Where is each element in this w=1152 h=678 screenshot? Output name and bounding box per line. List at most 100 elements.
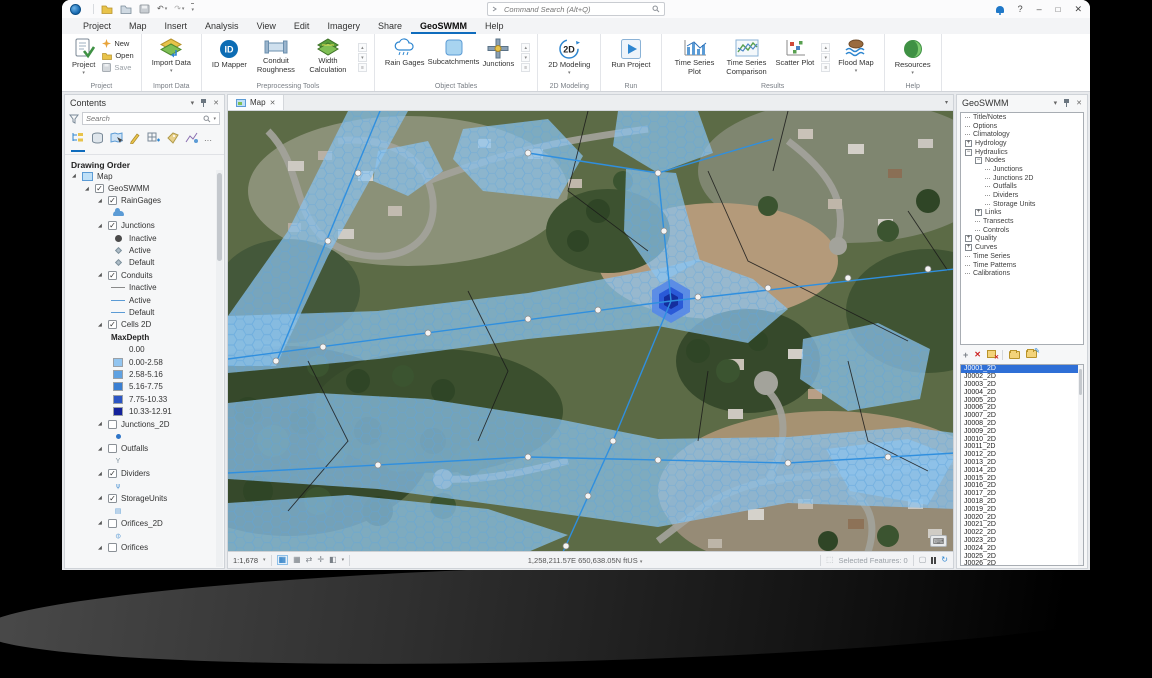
layer-row[interactable]: ◢Orifices bbox=[66, 542, 215, 554]
project-button[interactable]: Project▾ bbox=[69, 37, 98, 77]
legend-symbol-row[interactable]: 0.00 bbox=[66, 343, 215, 355]
node-list-item[interactable]: J0019_2D bbox=[961, 505, 1083, 513]
layer-checkbox[interactable] bbox=[108, 519, 117, 528]
coordinates-readout[interactable]: 1,258,211.57E 650,638.05N ftUS ▾ bbox=[355, 556, 815, 565]
expander-icon[interactable]: ◢ bbox=[98, 471, 104, 477]
legend-symbol-row[interactable]: 7.75-10.33 bbox=[66, 393, 215, 405]
tree-item-calibrations[interactable]: Calibrations bbox=[961, 269, 1083, 278]
layer-checkbox[interactable] bbox=[108, 444, 117, 453]
layer-row[interactable]: ◢✓RainGages bbox=[66, 195, 215, 207]
tab-imagery[interactable]: Imagery bbox=[318, 19, 369, 34]
node-list-item[interactable]: J0015_2D bbox=[961, 474, 1083, 482]
undo-button[interactable]: ↶▾ bbox=[157, 4, 167, 14]
tree-item-junctions-2d[interactable]: Junctions 2D bbox=[961, 174, 1083, 183]
legend-symbol-row[interactable]: Inactive bbox=[66, 232, 215, 244]
tab-edit[interactable]: Edit bbox=[285, 19, 319, 34]
expander-icon[interactable]: ◢ bbox=[72, 173, 78, 179]
tree-item-storage-units[interactable]: Storage Units bbox=[961, 200, 1083, 209]
layer-row[interactable]: ◢✓Conduits bbox=[66, 269, 215, 281]
tree-item-time-patterns[interactable]: Time Patterns bbox=[961, 261, 1083, 270]
tree-expander-icon[interactable]: − bbox=[975, 157, 982, 164]
node-list-item[interactable]: J0017_2D bbox=[961, 490, 1083, 498]
layer-checkbox[interactable]: ✓ bbox=[108, 271, 117, 280]
tree-item-quality[interactable]: +Quality bbox=[961, 235, 1083, 244]
layer-checkbox[interactable]: ✓ bbox=[95, 184, 104, 193]
node-list-item[interactable]: J0024_2D bbox=[961, 544, 1083, 552]
tab-view[interactable]: View bbox=[248, 19, 285, 34]
tree-expander-icon[interactable]: − bbox=[965, 149, 972, 156]
grid-icon[interactable]: ▦ bbox=[293, 556, 301, 564]
id-mapper-button[interactable]: ID ID Mapper bbox=[209, 37, 250, 71]
new-project-icon[interactable] bbox=[120, 4, 132, 14]
layer-row[interactable]: ◢✓Dividers bbox=[66, 467, 215, 479]
tree-item-time-series[interactable]: Time Series bbox=[961, 252, 1083, 261]
close-icon[interactable]: ✕ bbox=[213, 99, 219, 107]
expander-icon[interactable]: ◢ bbox=[98, 198, 104, 204]
save-button[interactable]: Save bbox=[102, 63, 133, 72]
legend-symbol-row[interactable]: ⊖ bbox=[66, 529, 215, 541]
pin-icon[interactable] bbox=[200, 99, 207, 108]
time-series-comparison-button[interactable]: Time Series Comparison bbox=[721, 37, 773, 77]
customize-quick-access-icon[interactable]: ▾ bbox=[191, 3, 194, 15]
layer-checkbox[interactable]: ✓ bbox=[108, 494, 117, 503]
layer-checkbox[interactable]: ✓ bbox=[108, 469, 117, 478]
tab-help[interactable]: Help bbox=[476, 19, 513, 34]
resources-button[interactable]: Resources▾ bbox=[892, 37, 934, 77]
scatter-plot-button[interactable]: Scatter Plot bbox=[773, 37, 818, 69]
tree-item-links[interactable]: +Links bbox=[961, 209, 1083, 218]
expander-icon[interactable]: ◢ bbox=[98, 421, 104, 427]
gallery-scroll-arrows[interactable]: ▴▾≡ bbox=[821, 43, 830, 72]
node-list-item[interactable]: J0014_2D bbox=[961, 466, 1083, 474]
tab-map[interactable]: Map bbox=[120, 19, 156, 34]
node-list-item[interactable]: J0004_2D bbox=[961, 388, 1083, 396]
node-list-item[interactable]: J0025_2D bbox=[961, 552, 1083, 560]
expander-icon[interactable]: ◢ bbox=[98, 446, 104, 452]
tree-item-transects[interactable]: Transects bbox=[961, 217, 1083, 226]
map-canvas[interactable]: ⌨ bbox=[228, 111, 953, 551]
node-list-item[interactable]: J0009_2D bbox=[961, 427, 1083, 435]
list-by-drawing-order-icon[interactable] bbox=[71, 130, 85, 152]
tab-insert[interactable]: Insert bbox=[156, 19, 197, 34]
tree-item-hydrology[interactable]: +Hydrology bbox=[961, 139, 1083, 148]
junctions-button[interactable]: Junctions bbox=[480, 37, 518, 70]
layer-row[interactable]: ◢Orifices_2D bbox=[66, 517, 215, 529]
chevron-down-icon[interactable]: ▾ bbox=[213, 116, 216, 122]
node-list-item[interactable]: J0023_2D bbox=[961, 537, 1083, 545]
contents-search-box[interactable]: ▾ bbox=[82, 112, 220, 125]
open-button[interactable]: Open bbox=[102, 51, 133, 60]
add-object-button[interactable]: + bbox=[963, 351, 968, 360]
legend-symbol-row[interactable]: Inactive bbox=[66, 282, 215, 294]
expander-icon[interactable]: ◢ bbox=[98, 520, 104, 526]
chevron-down-icon[interactable]: ▾ bbox=[945, 99, 953, 106]
contents-search-input[interactable] bbox=[86, 114, 201, 123]
node-list-item[interactable]: J0008_2D bbox=[961, 420, 1083, 428]
list-by-snapping-icon[interactable] bbox=[166, 131, 179, 151]
node-list-item[interactable]: J0013_2D bbox=[961, 459, 1083, 467]
crosshair-icon[interactable]: ✛ bbox=[317, 556, 324, 564]
node-list-item[interactable]: J0006_2D bbox=[961, 404, 1083, 412]
delete-all-icon[interactable]: ✕ bbox=[987, 350, 996, 360]
contents-scrollbar[interactable] bbox=[216, 170, 223, 567]
tree-expander-icon[interactable]: + bbox=[975, 209, 982, 216]
tree-item-curves[interactable]: +Curves bbox=[961, 243, 1083, 252]
pin-icon[interactable] bbox=[1063, 99, 1070, 108]
layer-row[interactable]: ◢Map bbox=[66, 170, 215, 182]
tab-share[interactable]: Share bbox=[369, 19, 411, 34]
chevron-down-icon[interactable]: ▾ bbox=[342, 557, 345, 563]
tab-analysis[interactable]: Analysis bbox=[196, 19, 248, 34]
legend-symbol-row[interactable]: Active bbox=[66, 294, 215, 306]
gallery-scroll-arrows[interactable]: ▴▾≡ bbox=[358, 43, 367, 72]
list-by-data-source-icon[interactable] bbox=[91, 131, 104, 151]
close-icon[interactable]: ✕ bbox=[270, 99, 276, 107]
transform-icon[interactable]: ⇄ bbox=[306, 556, 313, 564]
width-calculation-button[interactable]: Width Calculation bbox=[302, 37, 354, 75]
command-search-input[interactable] bbox=[504, 5, 648, 14]
overlay-icon[interactable]: ◧ bbox=[329, 556, 337, 564]
more-options-icon[interactable]: ··· bbox=[204, 136, 212, 147]
list-by-perspective-icon[interactable] bbox=[185, 131, 198, 151]
scale-value[interactable]: 1:1,678 bbox=[233, 556, 258, 565]
new-button[interactable]: New bbox=[102, 39, 133, 48]
list-by-labeling-icon[interactable] bbox=[147, 131, 160, 151]
node-list-item[interactable]: J0012_2D bbox=[961, 451, 1083, 459]
on-screen-keyboard-button[interactable]: ⌨ bbox=[930, 535, 947, 547]
